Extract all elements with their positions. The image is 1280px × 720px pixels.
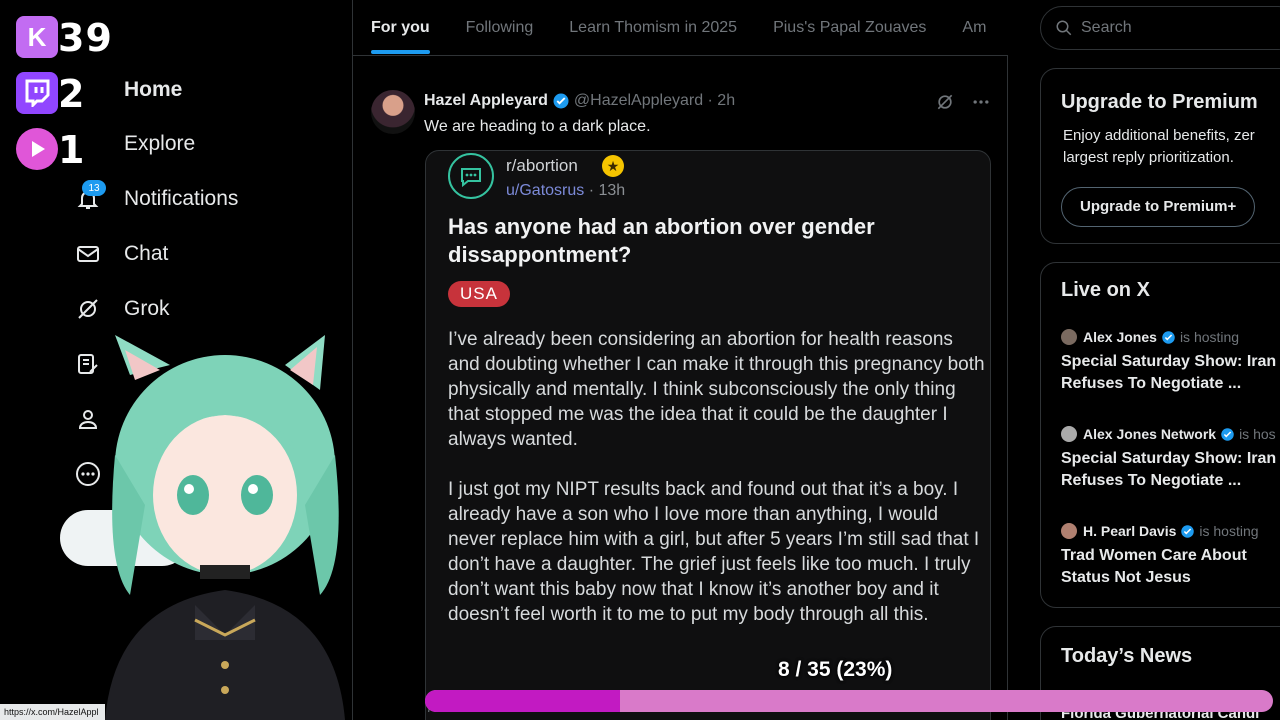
subreddit-name: r/abortion <box>506 156 578 175</box>
sidebar-item-label: Explore <box>124 132 196 155</box>
rumble-icon <box>16 128 58 170</box>
twitch-counter <box>16 72 58 114</box>
author-handle-time[interactable]: @HazelAppleyard · 2h <box>574 92 735 110</box>
live-host: Alex Jones Network is hos <box>1061 426 1280 442</box>
sidebar-item-label: Grok <box>124 297 170 320</box>
progress-fill <box>425 690 621 712</box>
sidebar-item-home[interactable]: Home <box>124 70 182 110</box>
live-box: Live on X Alex Jones is hosting Special S… <box>1040 262 1280 608</box>
sidebar-item-chat[interactable]: Chat <box>74 234 168 274</box>
progress-label: 8 / 35 (23%) <box>778 658 893 681</box>
premium-description: Enjoy additional benefits, zer largest r… <box>1063 125 1255 169</box>
post-author: u/Gatosrus · 13h <box>506 182 625 200</box>
live-title-line: Special Saturday Show: Iran <box>1061 353 1277 370</box>
timeline-tabs: For you Following Learn Thomism in 2025 … <box>353 0 1009 56</box>
live-title-line: Trad Women Care About <box>1061 547 1247 564</box>
search-icon <box>1056 20 1072 36</box>
tab-am[interactable]: Am <box>944 0 1004 56</box>
tab-following[interactable]: Following <box>448 0 552 56</box>
live-title-line: Special Saturday Show: Iran <box>1061 450 1277 467</box>
search-input[interactable]: Search <box>1040 6 1280 50</box>
live-item[interactable]: Alex Jones is hosting Special Saturday Sh… <box>1061 329 1280 395</box>
verified-badge-icon <box>1181 524 1195 538</box>
live-title-line: Refuses To Negotiate ... <box>1061 472 1242 489</box>
progress-bar <box>425 690 1273 712</box>
x-stream-screen: K 39 2 1 Home Explore Notifications 13 C… <box>0 0 1280 720</box>
tweet-actions <box>935 92 991 112</box>
tab-learn-thomism[interactable]: Learn Thomism in 2025 <box>551 0 755 56</box>
tweet-header: Hazel Appleyard @HazelAppleyard · 2h <box>424 92 735 110</box>
live-title-line: Status Not Jesus <box>1061 569 1191 586</box>
mail-icon <box>74 240 102 268</box>
tab-papal-zouaves[interactable]: Pius's Papal Zouaves <box>755 0 944 56</box>
kick-counter: K <box>16 16 58 58</box>
live-item[interactable]: H. Pearl Davis is hosting Trad Women Care… <box>1061 523 1280 589</box>
live-host: Alex Jones is hosting <box>1061 329 1280 345</box>
vtuber-avatar <box>105 335 345 720</box>
news-title: Today’s News <box>1061 645 1193 667</box>
verified-badge-icon <box>1221 427 1234 441</box>
post-title: Has anyone had an abortion over gender d… <box>448 214 875 267</box>
sidebar-item-explore[interactable]: Explore <box>124 124 195 164</box>
live-title-line: Refuses To Negotiate ... <box>1061 375 1242 392</box>
live-host: H. Pearl Davis is hosting <box>1061 523 1280 539</box>
grok-icon <box>74 295 102 323</box>
sidebar-item-label: Chat <box>124 242 169 265</box>
right-sidebar: Search Upgrade to Premium Enjoy addition… <box>1008 0 1280 720</box>
avatar <box>1061 329 1077 345</box>
sidebar-item-label: Notifications <box>124 187 239 210</box>
premium-desc-line: largest reply prioritization. <box>1063 149 1234 166</box>
verified-badge-icon <box>553 93 569 109</box>
host-status: is hos <box>1239 426 1276 442</box>
tweet-text: We are heading to a dark place. <box>424 118 651 135</box>
live-item[interactable]: Alex Jones Network is hos Special Saturda… <box>1061 426 1280 492</box>
host-name: Alex Jones <box>1083 329 1157 345</box>
premium-desc-line: Enjoy additional benefits, zer <box>1063 127 1255 144</box>
rumble-counter <box>16 128 58 170</box>
rumble-viewer-count: 1 <box>58 128 86 172</box>
upgrade-premium-button[interactable]: Upgrade to Premium+ <box>1061 187 1256 227</box>
search-placeholder: Search <box>1081 19 1132 36</box>
post-paragraph: I just got my NIPT results back and foun… <box>448 479 980 625</box>
star-icon: ★ <box>602 155 624 177</box>
live-title: Live on X <box>1061 279 1150 301</box>
twitch-icon <box>16 72 58 114</box>
premium-title: Upgrade to Premium <box>1061 91 1258 113</box>
host-name: Alex Jones Network <box>1083 426 1217 442</box>
tab-for-you[interactable]: For you <box>353 0 448 56</box>
sidebar-item-grok[interactable]: Grok <box>74 289 170 329</box>
avatar[interactable] <box>371 90 415 134</box>
verified-badge-icon <box>1162 330 1175 344</box>
avatar <box>1061 523 1077 539</box>
host-status: is hosting <box>1179 329 1240 345</box>
grok-icon[interactable] <box>935 92 955 112</box>
notification-count-badge: 13 <box>82 180 106 196</box>
host-status: is hosting <box>1199 523 1259 539</box>
author-name[interactable]: Hazel Appleyard <box>424 92 548 110</box>
kick-viewer-count: 39 <box>58 16 113 60</box>
post-time: · 13h <box>584 182 626 199</box>
sidebar-item-label: Home <box>124 78 183 101</box>
premium-box: Upgrade to Premium Enjoy additional bene… <box>1040 68 1280 244</box>
twitch-viewer-count: 2 <box>58 72 86 116</box>
reddit-username: u/Gatosrus <box>506 182 585 199</box>
post-body: I’ve already been considering an abortio… <box>448 327 988 652</box>
post-paragraph: I’ve already been considering an abortio… <box>448 329 985 450</box>
avatar <box>1061 426 1077 442</box>
subreddit-icon <box>448 153 494 199</box>
timeline: For you Following Learn Thomism in 2025 … <box>352 0 1009 720</box>
kick-icon: K <box>16 16 58 58</box>
quoted-reddit-post[interactable]: r/abortion ★ u/Gatosrus · 13h Has anyone… <box>425 150 991 720</box>
host-name: H. Pearl Davis <box>1083 523 1177 539</box>
post-flair: USA <box>448 281 510 307</box>
more-options-icon[interactable] <box>971 92 991 112</box>
